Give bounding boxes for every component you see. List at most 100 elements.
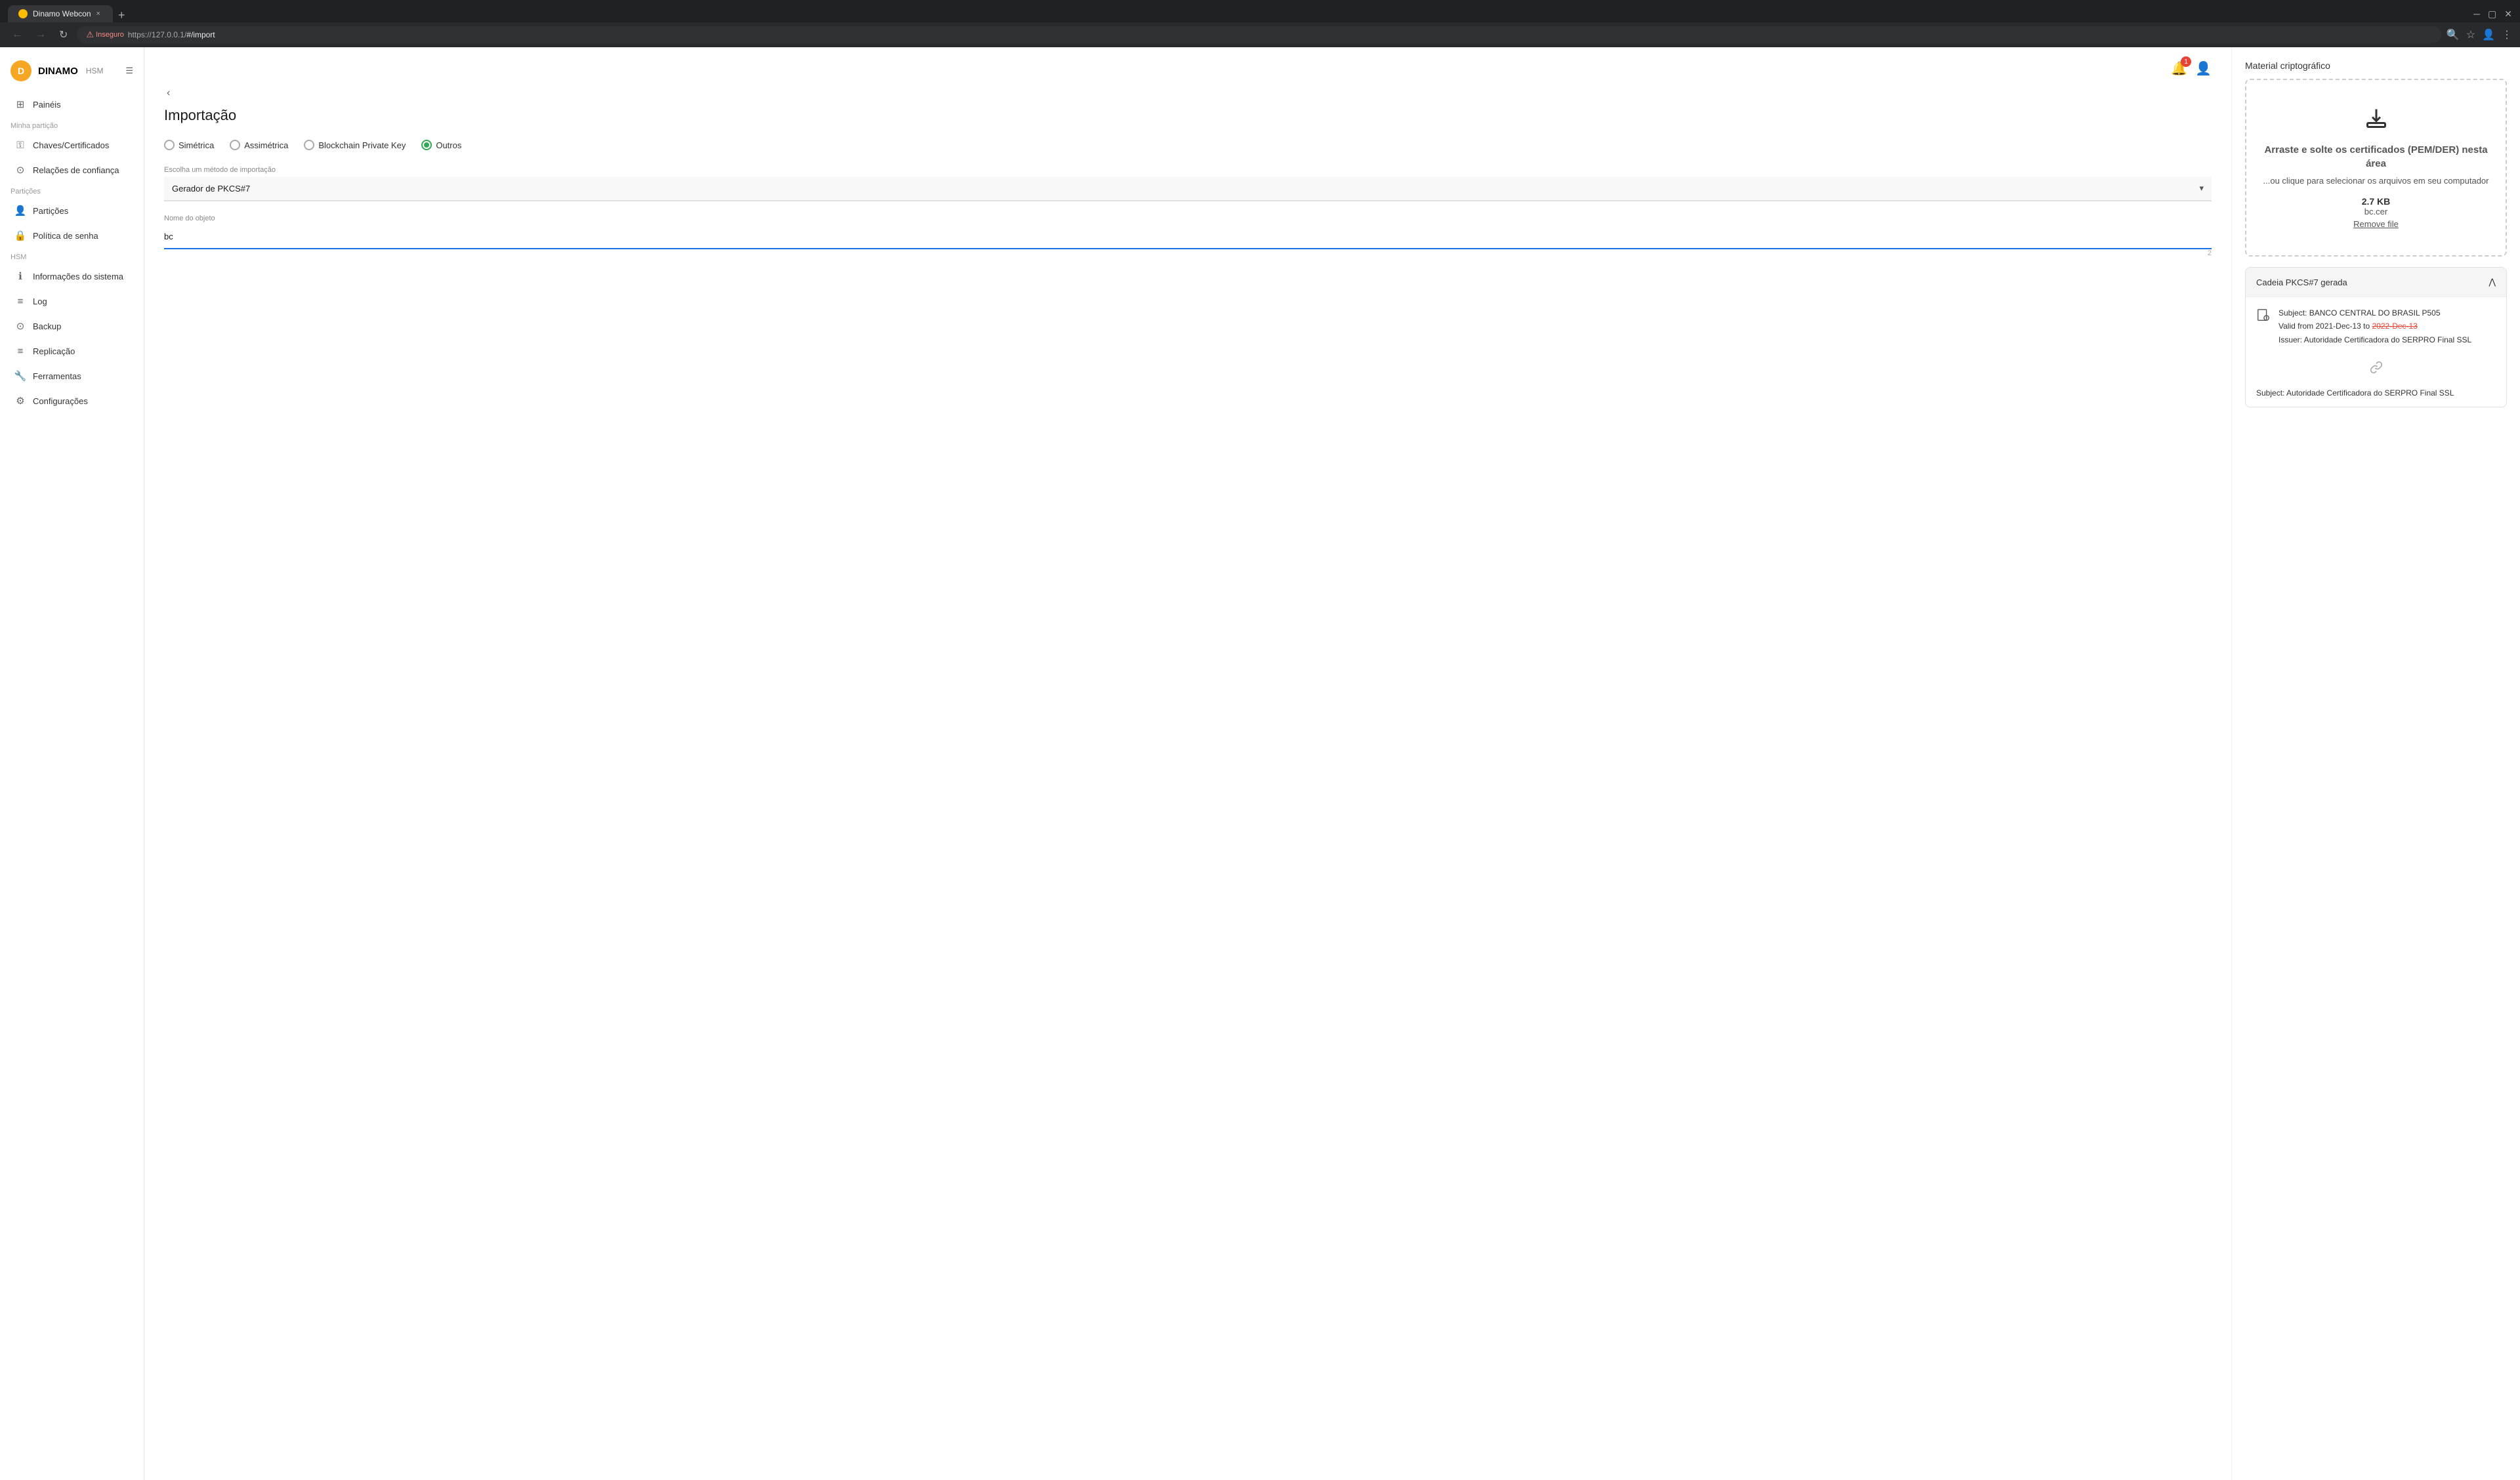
chain-link-connector bbox=[2246, 356, 2506, 379]
address-bar-actions: 🔍 ☆ 👤 ⋮ bbox=[2446, 28, 2512, 41]
new-tab-button[interactable]: + bbox=[113, 9, 131, 22]
paineis-icon: ⊞ bbox=[14, 98, 26, 110]
right-panel: Material criptográfico Arraste e solte o… bbox=[2231, 47, 2520, 1480]
tab-close-button[interactable]: × bbox=[96, 10, 100, 18]
sidebar-item-backup[interactable]: ⊙ Backup bbox=[4, 314, 140, 338]
app-header: 🔔 1 👤 bbox=[164, 60, 2212, 77]
panel-title: Material criptográfico bbox=[2245, 60, 2507, 71]
import-method-value: Gerador de PKCS#7 bbox=[172, 184, 250, 194]
url-path: #/import bbox=[186, 30, 215, 39]
import-method-group: Escolha um método de importação Gerador … bbox=[164, 166, 2212, 201]
object-name-label: Nome do objeto bbox=[164, 215, 2212, 222]
sidebar-item-chaves[interactable]: ⚿ Chaves/Certificados bbox=[4, 133, 140, 157]
sidebar-label-chaves: Chaves/Certificados bbox=[33, 140, 109, 150]
file-drop-zone[interactable]: Arraste e solte os certificados (PEM/DER… bbox=[2245, 79, 2507, 257]
radio-simetrica[interactable]: Simétrica bbox=[164, 140, 214, 150]
user-avatar-button[interactable]: 👤 bbox=[2195, 60, 2212, 77]
chain-section-header[interactable]: Cadeia PKCS#7 gerada ⋀ bbox=[2246, 268, 2506, 297]
chain-info-0: Subject: BANCO CENTRAL DO BRASIL P505 Va… bbox=[2278, 306, 2471, 346]
sidebar-item-ferramentas[interactable]: 🔧 Ferramentas bbox=[4, 364, 140, 388]
import-method-select[interactable]: Gerador de PKCS#7 ▾ bbox=[164, 176, 2212, 201]
sidebar-item-relacoes[interactable]: ⊙ Relações de confiança bbox=[4, 158, 140, 182]
app-subtitle: HSM bbox=[86, 66, 104, 75]
insecure-label: Inseguro bbox=[96, 31, 124, 39]
tab-favicon bbox=[18, 9, 28, 18]
page-title: Importação bbox=[164, 107, 2212, 124]
reload-button[interactable]: ↻ bbox=[55, 27, 72, 43]
cert-icon-0 bbox=[2256, 308, 2271, 325]
sidebar-item-politica[interactable]: 🔒 Política de senha bbox=[4, 224, 140, 247]
app-title: DINAMO bbox=[38, 66, 78, 77]
file-size: 2.7 KB bbox=[2259, 196, 2492, 207]
sidebar-label-informacoes: Informações do sistema bbox=[33, 272, 123, 281]
sidebar-item-configuracoes[interactable]: ⚙ Configurações bbox=[4, 389, 140, 413]
notification-button[interactable]: 🔔 1 bbox=[2171, 60, 2187, 77]
app-logo: D bbox=[10, 60, 32, 81]
chain-expired-date-0: 2022-Dec-13 bbox=[2372, 321, 2418, 331]
upload-icon bbox=[2259, 106, 2492, 135]
sidebar-label-backup: Backup bbox=[33, 321, 61, 331]
configuracoes-icon: ⚙ bbox=[14, 395, 26, 407]
close-button[interactable]: ✕ bbox=[2504, 9, 2512, 20]
chain-subject-next: Subject: Autoridade Certificadora do SER… bbox=[2246, 379, 2506, 407]
security-indicator: ⚠ Inseguro bbox=[86, 30, 123, 40]
politica-icon: 🔒 bbox=[14, 230, 26, 241]
url-bar[interactable]: ⚠ Inseguro https://127.0.0.1/#/import bbox=[77, 26, 2441, 43]
radio-circle-simetrica bbox=[164, 140, 175, 150]
radio-outros[interactable]: Outros bbox=[421, 140, 461, 150]
log-icon: ≡ bbox=[14, 295, 26, 307]
radio-assimetrica[interactable]: Assimétrica bbox=[230, 140, 288, 150]
browser-chrome: Dinamo Webcon × + ─ ▢ ✕ bbox=[0, 0, 2520, 22]
section-minha-particao: Minha partição bbox=[0, 117, 144, 133]
section-hsm: HSM bbox=[0, 248, 144, 264]
active-tab[interactable]: Dinamo Webcon × bbox=[8, 5, 113, 22]
sidebar: D DINAMO HSM ☰ ⊞ Painéis Minha partição … bbox=[0, 47, 144, 1480]
radio-label-blockchain: Blockchain Private Key bbox=[318, 140, 406, 150]
chaves-icon: ⚿ bbox=[14, 139, 26, 151]
sidebar-item-replicacao[interactable]: ≡ Replicação bbox=[4, 339, 140, 363]
notification-badge: 1 bbox=[2181, 56, 2191, 67]
sidebar-item-log[interactable]: ≡ Log bbox=[4, 289, 140, 313]
collapse-icon: ‹ bbox=[167, 87, 170, 98]
search-icon[interactable]: 🔍 bbox=[2446, 28, 2460, 41]
sidebar-label-particoes: Partições bbox=[33, 206, 68, 216]
app-layout: D DINAMO HSM ☰ ⊞ Painéis Minha partição … bbox=[0, 47, 2520, 1480]
remove-file-button[interactable]: Remove file bbox=[2353, 219, 2399, 229]
url-base: https://127.0.0.1/ bbox=[128, 30, 186, 39]
profile-icon[interactable]: 👤 bbox=[2482, 28, 2495, 41]
chain-item-0: Subject: BANCO CENTRAL DO BRASIL P505 Va… bbox=[2246, 297, 2506, 356]
sidebar-item-particoes[interactable]: 👤 Partições bbox=[4, 199, 140, 222]
sidebar-menu-icon[interactable]: ☰ bbox=[125, 66, 133, 76]
insecure-icon: ⚠ bbox=[86, 30, 94, 40]
import-type-radio-group: Simétrica Assimétrica Blockchain Private… bbox=[164, 140, 2212, 150]
radio-blockchain[interactable]: Blockchain Private Key bbox=[304, 140, 406, 150]
restore-button[interactable]: ▢ bbox=[2488, 9, 2496, 20]
file-name: bc.cer bbox=[2259, 207, 2492, 216]
back-button[interactable]: ← bbox=[8, 28, 26, 42]
browser-menu-icon[interactable]: ⋮ bbox=[2502, 28, 2512, 41]
main-content: 🔔 1 👤 ‹ Importação Simétrica Assimétrica bbox=[144, 47, 2520, 1480]
forward-button[interactable]: → bbox=[32, 28, 50, 42]
relacoes-icon: ⊙ bbox=[14, 164, 26, 176]
sidebar-item-paineis[interactable]: ⊞ Painéis bbox=[4, 92, 140, 116]
radio-circle-assimetrica bbox=[230, 140, 240, 150]
tab-title: Dinamo Webcon bbox=[33, 9, 91, 18]
content-panel: 🔔 1 👤 ‹ Importação Simétrica Assimétrica bbox=[144, 47, 2231, 1480]
browser-window-controls: ─ ▢ ✕ bbox=[2473, 9, 2512, 20]
radio-circle-outros bbox=[421, 140, 432, 150]
star-icon[interactable]: ☆ bbox=[2466, 28, 2475, 41]
object-name-input[interactable] bbox=[164, 225, 2212, 249]
collapse-panel-button[interactable]: ‹ bbox=[164, 85, 173, 102]
tab-bar: Dinamo Webcon × + bbox=[8, 5, 2468, 22]
chain-issuer-0: Issuer: Autoridade Certificadora do SERP… bbox=[2278, 333, 2471, 346]
chain-validity-0: Valid from 2021-Dec-13 to 2022-Dec-13 bbox=[2278, 319, 2471, 333]
chain-collapse-icon: ⋀ bbox=[2488, 277, 2496, 287]
chain-subject-0: Subject: BANCO CENTRAL DO BRASIL P505 bbox=[2278, 306, 2471, 319]
sidebar-item-informacoes[interactable]: ℹ Informações do sistema bbox=[4, 264, 140, 288]
dropdown-chevron-icon: ▾ bbox=[2199, 183, 2204, 194]
radio-circle-blockchain bbox=[304, 140, 314, 150]
radio-label-simetrica: Simétrica bbox=[178, 140, 214, 150]
chain-section-title: Cadeia PKCS#7 gerada bbox=[2256, 278, 2347, 287]
minimize-button[interactable]: ─ bbox=[2473, 9, 2480, 19]
section-particoes: Partições bbox=[0, 182, 144, 198]
